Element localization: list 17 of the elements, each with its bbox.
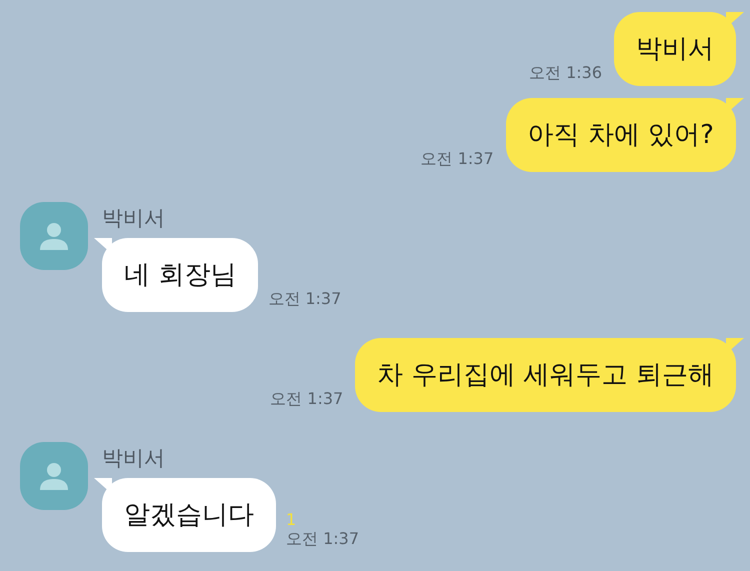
message-time: 오전 1:37 bbox=[268, 289, 342, 310]
person-icon bbox=[39, 461, 69, 491]
avatar[interactable] bbox=[20, 442, 88, 510]
sender-name: 박비서 bbox=[102, 445, 166, 472]
message-time: 오전 1:37 bbox=[270, 389, 344, 410]
message-bubble: 네 회장님 bbox=[94, 238, 258, 312]
sender-name: 박비서 bbox=[102, 205, 166, 232]
message-time: 오전 1:36 bbox=[528, 63, 602, 84]
message-bubble: 박비서 bbox=[614, 12, 744, 86]
message-bubble: 차 우리집에 세워두고 퇴근해 bbox=[355, 338, 744, 412]
message-time: 오전 1:37 bbox=[420, 149, 494, 170]
unread-count: 1 bbox=[286, 510, 296, 529]
message-time: 오전 1:37 bbox=[286, 529, 360, 550]
person-icon bbox=[39, 221, 69, 251]
message-bubble: 아직 차에 있어? bbox=[506, 98, 744, 172]
message-bubble: 알겠습니다 bbox=[94, 478, 276, 552]
avatar[interactable] bbox=[20, 202, 88, 270]
